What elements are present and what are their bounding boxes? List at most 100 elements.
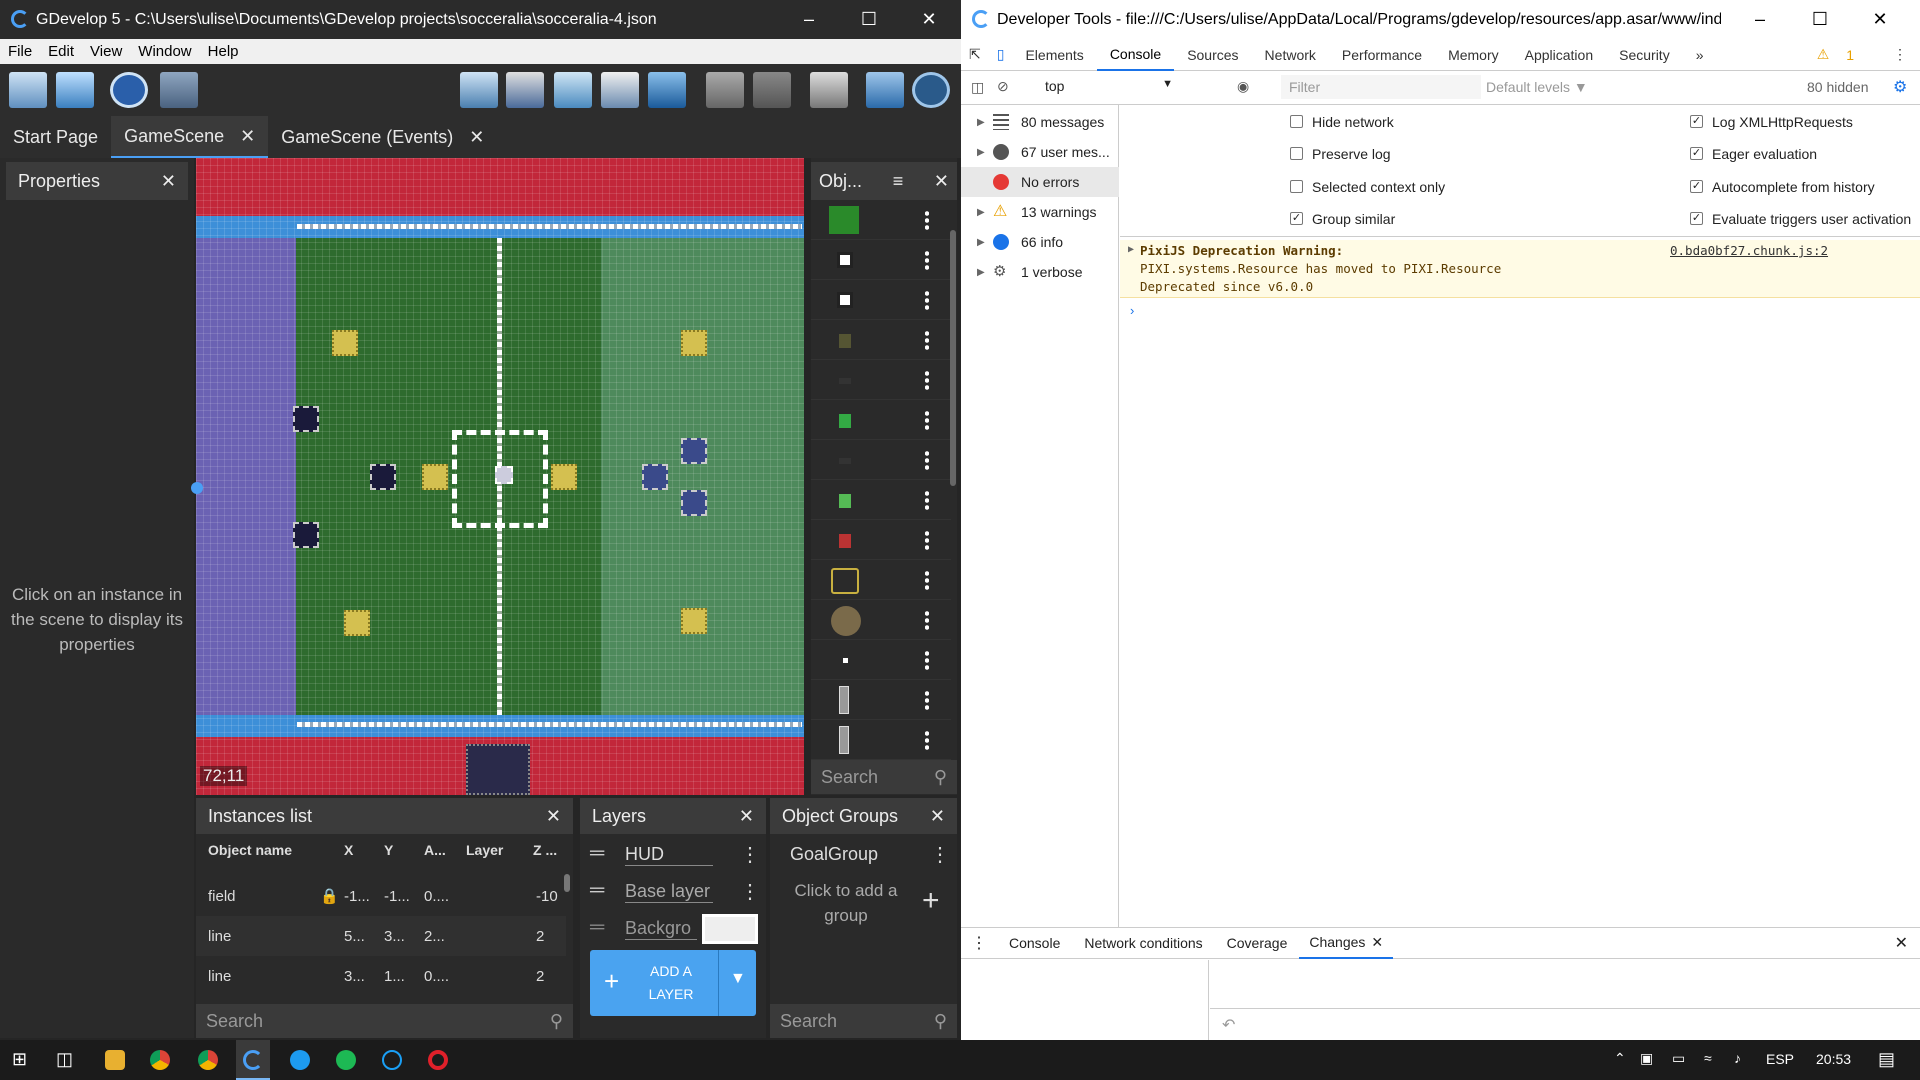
layers-panel-icon[interactable] xyxy=(648,72,686,108)
close-panel-icon[interactable]: ✕ xyxy=(930,806,945,827)
properties-panel-icon[interactable] xyxy=(554,72,592,108)
sidebar-item-errors[interactable]: No errors xyxy=(961,167,1119,197)
drawer-tab-coverage[interactable]: Coverage xyxy=(1215,935,1300,951)
tab-elements[interactable]: Elements xyxy=(1012,39,1096,71)
object-item[interactable] xyxy=(811,480,951,520)
spawn-marker[interactable] xyxy=(681,330,707,356)
more-options-icon[interactable] xyxy=(925,490,929,510)
minimize-button[interactable]: – xyxy=(1731,0,1789,39)
more-options-icon[interactable] xyxy=(925,210,929,230)
scene-canvas[interactable]: 72;11 xyxy=(196,158,804,795)
close-panel-icon[interactable]: ✕ xyxy=(934,171,949,192)
drawer-tab-console[interactable]: Console xyxy=(997,935,1072,951)
object-item[interactable] xyxy=(811,400,951,440)
object-item[interactable] xyxy=(811,520,951,560)
group-similar-checkbox[interactable]: ✓ xyxy=(1290,212,1303,225)
evaluate-triggers-checkbox[interactable]: ✓ xyxy=(1690,212,1703,225)
add-group-hint[interactable]: Click to add a group xyxy=(786,878,906,928)
player-marker[interactable] xyxy=(370,464,396,490)
scrollbar[interactable] xyxy=(950,230,956,486)
preserve-log-checkbox[interactable] xyxy=(1290,147,1303,160)
grid-icon[interactable] xyxy=(866,72,904,108)
drag-handle-icon[interactable]: ═ xyxy=(590,842,604,865)
cortana-icon[interactable] xyxy=(382,1050,402,1070)
player-marker[interactable] xyxy=(681,490,707,516)
chrome-icon[interactable] xyxy=(150,1050,170,1070)
scene-icon[interactable] xyxy=(56,72,94,108)
console-prompt-icon[interactable]: › xyxy=(1130,303,1134,318)
tab-performance[interactable]: Performance xyxy=(1329,39,1435,71)
resize-handle[interactable] xyxy=(191,482,203,494)
close-window-button[interactable]: ✕ xyxy=(900,0,958,39)
preview-play-icon[interactable] xyxy=(110,72,148,108)
tab-memory[interactable]: Memory xyxy=(1435,39,1512,71)
close-tab-icon[interactable]: ✕ xyxy=(1371,934,1383,951)
more-options-icon[interactable]: ⋮ xyxy=(740,842,760,867)
more-options-icon[interactable] xyxy=(925,290,929,310)
language-indicator[interactable]: ESP xyxy=(1766,1051,1794,1067)
close-tab-icon[interactable]: ✕ xyxy=(240,126,255,147)
drag-handle-icon[interactable]: ═ xyxy=(590,879,604,902)
objects-panel-icon[interactable] xyxy=(460,72,498,108)
layer-item[interactable]: ═ Backgro xyxy=(580,912,766,946)
object-item[interactable] xyxy=(811,200,951,240)
tab-network[interactable]: Network xyxy=(1252,39,1329,71)
drawer-tab-network-conditions[interactable]: Network conditions xyxy=(1072,935,1214,951)
tray-chevron-up-icon[interactable]: ⌃ xyxy=(1614,1050,1626,1067)
sidebar-item-verbose[interactable]: ▶ ⚙ 1 verbose xyxy=(961,257,1119,287)
table-row[interactable]: line 3... 1... 0.... 2 xyxy=(196,956,566,996)
goal-object[interactable] xyxy=(466,744,530,795)
more-options-icon[interactable] xyxy=(925,250,929,270)
sidebar-item-messages[interactable]: ▶ 80 messages xyxy=(961,107,1119,137)
more-tabs-icon[interactable]: » xyxy=(1683,39,1717,71)
menu-window[interactable]: Window xyxy=(130,43,199,60)
drag-handle-icon[interactable]: ═ xyxy=(590,916,604,939)
redo-icon[interactable] xyxy=(753,72,791,108)
scrollbar[interactable] xyxy=(564,874,570,892)
volume-icon[interactable]: ♪ xyxy=(1734,1050,1741,1066)
console-settings-gear-icon[interactable]: ⚙ xyxy=(1893,77,1907,97)
table-row[interactable]: field 🔒 -1... -1... 0.... -10 xyxy=(196,876,566,916)
tab-sources[interactable]: Sources xyxy=(1174,39,1251,71)
column-header[interactable]: Object name xyxy=(208,842,292,858)
start-windows-icon[interactable]: ⊞ xyxy=(12,1049,27,1070)
task-view-icon[interactable]: ◫ xyxy=(56,1049,73,1070)
layer-name[interactable]: HUD xyxy=(625,844,713,866)
close-window-button[interactable]: ✕ xyxy=(1851,0,1909,39)
more-options-icon[interactable]: ⋮ xyxy=(740,879,760,904)
menu-file[interactable]: File xyxy=(0,43,40,60)
ball-marker[interactable] xyxy=(495,466,513,484)
context-selector[interactable]: top ▼ xyxy=(1041,75,1179,99)
more-options-icon[interactable] xyxy=(925,610,929,630)
more-options-icon[interactable] xyxy=(925,410,929,430)
maximize-button[interactable]: ☐ xyxy=(1791,0,1849,39)
minimize-button[interactable]: – xyxy=(780,0,838,39)
live-expression-eye-icon[interactable]: ◉ xyxy=(1237,78,1249,95)
instances-search[interactable]: Search ⚲ xyxy=(196,1004,573,1038)
column-header[interactable]: X xyxy=(344,842,353,858)
expand-arrow-icon[interactable]: ▶ xyxy=(1128,244,1134,255)
tab-console[interactable]: Console xyxy=(1096,39,1175,71)
maximize-button[interactable]: ☐ xyxy=(840,0,898,39)
add-group-icon[interactable]: + xyxy=(922,884,940,918)
revert-icon[interactable]: ↶ xyxy=(1222,1015,1235,1035)
more-options-icon[interactable] xyxy=(925,530,929,550)
more-options-icon[interactable] xyxy=(925,730,929,750)
groups-panel-icon[interactable] xyxy=(506,72,544,108)
warning-counter[interactable]: ⚠ 1 xyxy=(1804,39,1880,71)
device-toolbar-icon[interactable]: ▯ xyxy=(989,39,1013,71)
console-filter-input[interactable]: Filter xyxy=(1281,75,1481,99)
tray-app-icon[interactable]: ▣ xyxy=(1640,1050,1653,1067)
layer-name[interactable]: Base layer xyxy=(625,881,713,903)
object-item[interactable] xyxy=(811,240,951,280)
table-row[interactable]: line 5... 3... 2... 2 xyxy=(196,916,566,956)
close-drawer-icon[interactable]: ✕ xyxy=(1883,933,1920,953)
more-options-icon[interactable] xyxy=(925,650,929,670)
close-panel-icon[interactable]: ✕ xyxy=(161,171,176,192)
menu-view[interactable]: View xyxy=(82,43,130,60)
opera-icon[interactable] xyxy=(428,1050,448,1070)
hide-network-checkbox[interactable] xyxy=(1290,115,1303,128)
file-explorer-icon[interactable] xyxy=(105,1050,125,1070)
project-manager-icon[interactable] xyxy=(9,72,47,108)
delete-selection-icon[interactable] xyxy=(810,72,848,108)
